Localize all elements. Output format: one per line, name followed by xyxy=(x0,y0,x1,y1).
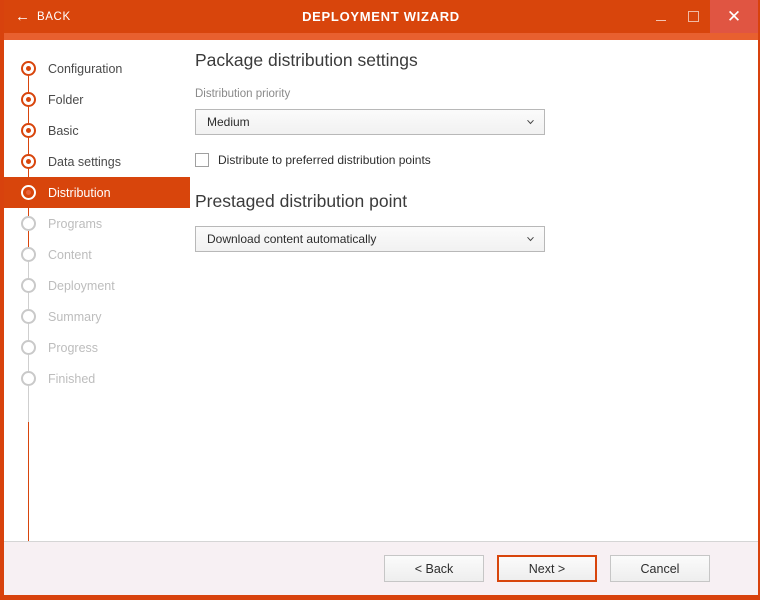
sidebar-item-summary[interactable]: Summary xyxy=(4,301,190,332)
sidebar-item-label: Programs xyxy=(48,217,102,231)
wizard-window: ← BACK DEPLOYMENT WIZARD ✕ Configuration xyxy=(0,0,760,600)
main-content: Package distribution settings Distributi… xyxy=(190,40,758,541)
minimize-icon xyxy=(656,20,666,21)
step-dot-icon xyxy=(21,371,36,386)
minimize-button[interactable] xyxy=(644,0,677,33)
sidebar-item-label: Distribution xyxy=(48,186,111,200)
body-area: Configuration Folder Basic Data settings… xyxy=(4,40,758,541)
close-icon: ✕ xyxy=(727,8,741,25)
step-dot-icon xyxy=(21,123,36,138)
back-button[interactable]: ← BACK xyxy=(15,0,71,33)
wizard-step-sidebar: Configuration Folder Basic Data settings… xyxy=(4,40,190,541)
sidebar-item-programs[interactable]: Programs xyxy=(4,208,190,239)
maximize-button[interactable] xyxy=(677,0,710,33)
sidebar-item-basic[interactable]: Basic xyxy=(4,115,190,146)
step-dot-icon xyxy=(21,216,36,231)
section-heading: Package distribution settings xyxy=(195,50,758,71)
sidebar-item-label: Folder xyxy=(48,93,83,107)
chevron-down-icon xyxy=(526,235,535,244)
prestaged-distribution-point-section: Prestaged distribution point Download co… xyxy=(195,191,758,252)
step-dot-icon xyxy=(21,154,36,169)
cancel-button[interactable]: Cancel xyxy=(610,555,710,582)
next-button[interactable]: Next > xyxy=(497,555,597,582)
sidebar-item-label: Content xyxy=(48,248,92,262)
back-button-label: BACK xyxy=(37,11,71,23)
sidebar-item-label: Configuration xyxy=(48,62,122,76)
sidebar-item-configuration[interactable]: Configuration xyxy=(4,53,190,84)
preferred-distribution-points-label: Distribute to preferred distribution poi… xyxy=(218,153,431,167)
sidebar-item-progress[interactable]: Progress xyxy=(4,332,190,363)
step-dot-icon xyxy=(21,340,36,355)
close-button[interactable]: ✕ xyxy=(710,0,758,33)
sidebar-item-deployment[interactable]: Deployment xyxy=(4,270,190,301)
distribution-priority-label: Distribution priority xyxy=(195,88,758,100)
sidebar-item-distribution[interactable]: Distribution xyxy=(4,177,190,208)
sidebar-item-label: Progress xyxy=(48,341,98,355)
step-dot-icon xyxy=(21,309,36,324)
package-distribution-settings-section: Package distribution settings Distributi… xyxy=(195,50,758,167)
arrow-left-icon: ← xyxy=(15,9,30,24)
maximize-icon xyxy=(688,11,699,22)
sidebar-item-label: Summary xyxy=(48,310,101,324)
preferred-distribution-points-checkbox-row[interactable]: Distribute to preferred distribution poi… xyxy=(195,153,758,167)
prestaged-distribution-point-value: Download content automatically xyxy=(196,232,376,246)
distribution-priority-select[interactable]: Medium xyxy=(195,109,545,135)
prestaged-distribution-point-select[interactable]: Download content automatically xyxy=(195,226,545,252)
section-heading: Prestaged distribution point xyxy=(195,191,758,212)
distribution-priority-value: Medium xyxy=(196,115,250,129)
step-dot-icon xyxy=(21,92,36,107)
footer-button-bar: < Back Next > Cancel xyxy=(4,541,758,595)
back-nav-button[interactable]: < Back xyxy=(384,555,484,582)
chevron-down-icon xyxy=(526,118,535,127)
preferred-distribution-points-checkbox[interactable] xyxy=(195,153,209,167)
sidebar-item-label: Deployment xyxy=(48,279,115,293)
sidebar-item-label: Basic xyxy=(48,124,79,138)
step-dot-icon xyxy=(21,247,36,262)
window-controls: ✕ xyxy=(644,0,758,33)
accent-strip xyxy=(4,33,758,40)
sidebar-item-label: Finished xyxy=(48,372,95,386)
sidebar-item-content[interactable]: Content xyxy=(4,239,190,270)
title-bar: ← BACK DEPLOYMENT WIZARD ✕ xyxy=(4,0,758,33)
sidebar-item-folder[interactable]: Folder xyxy=(4,84,190,115)
sidebar-item-data-settings[interactable]: Data settings xyxy=(4,146,190,177)
sidebar-item-label: Data settings xyxy=(48,155,121,169)
step-dot-icon xyxy=(21,185,36,200)
step-dot-icon xyxy=(21,278,36,293)
sidebar-item-finished[interactable]: Finished xyxy=(4,363,190,394)
step-dot-icon xyxy=(21,61,36,76)
